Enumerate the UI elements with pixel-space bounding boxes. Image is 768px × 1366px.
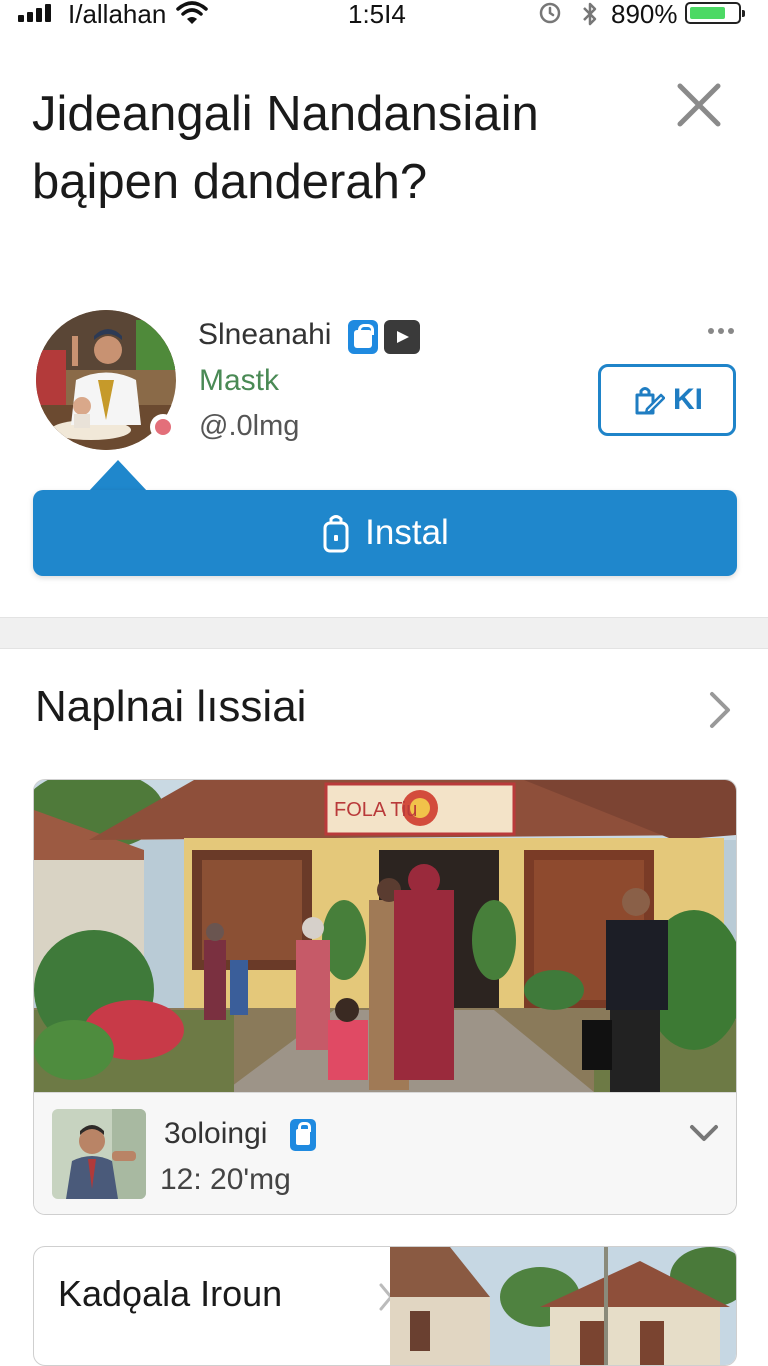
battery-level-fill (690, 7, 725, 19)
card-image[interactable] (390, 1247, 737, 1366)
profile-name[interactable]: Slneanahi (198, 318, 331, 352)
post-timestamp: 12: 20'mg (160, 1163, 291, 1196)
status-time: 1:5I4 (348, 0, 406, 29)
install-button[interactable]: Instal (33, 490, 737, 576)
profile-badges (348, 320, 420, 354)
author-thumbnail[interactable] (52, 1109, 146, 1199)
battery-icon (685, 2, 745, 24)
page-title: Jideangali Nandansiain bąipen danderah? (32, 87, 539, 209)
play-icon (384, 320, 420, 354)
alarm-icon (539, 2, 561, 24)
post-card-secondary[interactable]: Kadǫala Iroun (33, 1246, 737, 1366)
follow-button[interactable]: KI (598, 364, 736, 436)
chevron-down-icon[interactable] (688, 1121, 720, 1145)
install-bag-icon (323, 515, 349, 553)
wifi-icon (176, 1, 208, 24)
follow-label: KI (673, 383, 703, 416)
carrier-name: I/allahan (68, 0, 167, 29)
more-icon[interactable] (705, 316, 737, 346)
post-card[interactable]: FOLA Tiu 3oloingi 12: 20'mg (33, 779, 737, 1215)
profile-handle: @.0lmg (199, 410, 300, 442)
profile-tag: Mastk (199, 364, 280, 397)
callout-pointer (88, 460, 148, 492)
shopping-bag-icon (348, 320, 378, 354)
chevron-right-icon[interactable] (704, 688, 736, 732)
card-title: Kadǫala Iroun (58, 1273, 283, 1314)
bluetooth-icon (583, 2, 597, 26)
shopping-bag-icon (290, 1119, 316, 1151)
edit-bag-icon (635, 387, 665, 415)
install-label: Instal (365, 513, 449, 552)
avatar-badge (150, 414, 176, 440)
battery-percent: 890% (611, 0, 678, 29)
section-divider (0, 617, 768, 649)
signal-icon (18, 4, 51, 22)
section-title[interactable]: Naplnai lıssiai (35, 682, 306, 732)
post-author[interactable]: 3oloingi (164, 1117, 267, 1151)
banner-text: FOLA Tiu (334, 799, 417, 821)
status-bar: I/allahan 1:5I4 890% (0, 0, 768, 30)
close-icon[interactable] (672, 78, 726, 132)
post-image[interactable]: FOLA Tiu (34, 780, 736, 1092)
post-footer: 3oloingi 12: 20'mg (34, 1092, 736, 1214)
